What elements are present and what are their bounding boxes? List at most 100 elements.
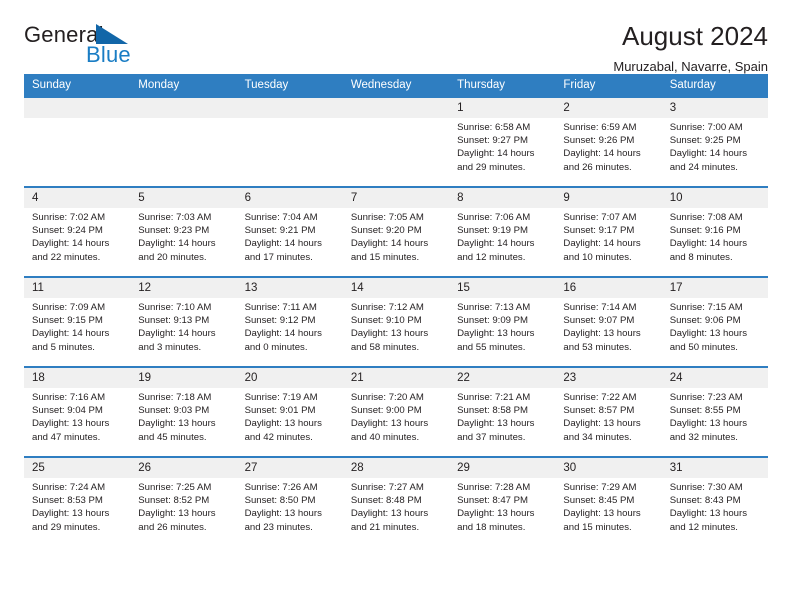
day-cell[interactable]: 9 Sunrise: 7:07 AM Sunset: 9:17 PM Dayli… [555, 186, 662, 277]
day-cell[interactable]: 22 Sunrise: 7:21 AM Sunset: 8:58 PM Dayl… [449, 366, 556, 457]
sunset-text: Sunset: 8:57 PM [563, 405, 635, 417]
day-cell[interactable] [236, 96, 343, 187]
sunrise-text: Sunrise: 7:20 AM [350, 392, 424, 403]
day-number [24, 98, 131, 118]
sunset-text: Sunset: 9:23 PM [138, 225, 210, 237]
day-cell[interactable]: 11 Sunrise: 7:09 AM Sunset: 9:15 PM Dayl… [24, 276, 131, 367]
title-block: August 2024 Muruzabal, Navarre, Spain [613, 21, 768, 74]
day-number: 12 [130, 278, 237, 298]
day-cell[interactable]: 25 Sunrise: 7:24 AM Sunset: 8:53 PM Dayl… [24, 456, 131, 547]
sunset-text: Sunset: 9:17 PM [563, 225, 635, 237]
week-row: 4 Sunrise: 7:02 AM Sunset: 9:24 PM Dayli… [24, 186, 768, 277]
day-cell[interactable]: 13 Sunrise: 7:11 AM Sunset: 9:12 PM Dayl… [236, 276, 343, 367]
location-subtitle: Muruzabal, Navarre, Spain [613, 58, 768, 74]
daylight-text-line1: Daylight: 14 hours [669, 148, 748, 160]
sunrise-text: Sunrise: 7:14 AM [563, 302, 637, 313]
day-cell[interactable]: 8 Sunrise: 7:06 AM Sunset: 9:19 PM Dayli… [449, 186, 556, 277]
day-cell[interactable]: 7 Sunrise: 7:05 AM Sunset: 9:20 PM Dayli… [342, 186, 450, 277]
day-number: 13 [236, 278, 343, 298]
day-cell[interactable]: 6 Sunrise: 7:04 AM Sunset: 9:21 PM Dayli… [236, 186, 343, 277]
day-cell[interactable]: 27 Sunrise: 7:26 AM Sunset: 8:50 PM Dayl… [236, 456, 343, 547]
day-number: 23 [555, 368, 662, 388]
sunrise-text: Sunrise: 7:19 AM [244, 392, 318, 403]
day-cell[interactable]: 18 Sunrise: 7:16 AM Sunset: 9:04 PM Dayl… [24, 366, 131, 457]
day-cell[interactable]: 26 Sunrise: 7:25 AM Sunset: 8:52 PM Dayl… [130, 456, 237, 547]
daylight-text-line2: and 10 minutes. [563, 251, 632, 263]
day-cell[interactable]: 4 Sunrise: 7:02 AM Sunset: 9:24 PM Dayli… [24, 186, 131, 277]
day-cell[interactable]: 3 Sunrise: 7:00 AM Sunset: 9:25 PM Dayli… [661, 96, 768, 187]
day-cell[interactable]: 2 Sunrise: 6:59 AM Sunset: 9:26 PM Dayli… [555, 96, 662, 187]
day-cell[interactable]: 10 Sunrise: 7:08 AM Sunset: 9:16 PM Dayl… [661, 186, 768, 277]
sunrise-text: Sunrise: 7:05 AM [350, 212, 424, 223]
day-cell[interactable]: 1 Sunrise: 6:58 AM Sunset: 9:27 PM Dayli… [449, 96, 556, 187]
sunrise-text: Sunrise: 7:11 AM [244, 302, 317, 313]
daylight-text-line2: and 12 minutes. [457, 251, 526, 263]
weekday-header-tuesday: Tuesday [236, 74, 343, 97]
day-info: Sunrise: 7:15 AM Sunset: 9:06 PM Dayligh… [662, 298, 768, 354]
daylight-text-line1: Daylight: 13 hours [350, 418, 429, 430]
sunrise-text: Sunrise: 7:22 AM [563, 392, 637, 403]
daylight-text-line1: Daylight: 14 hours [563, 148, 641, 160]
day-cell[interactable]: 14 Sunrise: 7:12 AM Sunset: 9:10 PM Dayl… [342, 276, 450, 367]
week-row: 11 Sunrise: 7:09 AM Sunset: 9:15 PM Dayl… [24, 276, 768, 367]
daylight-text-line1: Daylight: 13 hours [244, 418, 322, 430]
page-header: General Blue August 2024 Muruzabal, Nava… [24, 0, 768, 74]
daylight-text-line1: Daylight: 13 hours [669, 508, 748, 520]
sunrise-text: Sunrise: 7:24 AM [32, 482, 106, 493]
day-cell[interactable] [24, 96, 131, 187]
day-cell[interactable]: 21 Sunrise: 7:20 AM Sunset: 9:00 PM Dayl… [342, 366, 450, 457]
day-cell[interactable]: 12 Sunrise: 7:10 AM Sunset: 9:13 PM Dayl… [130, 276, 237, 367]
daylight-text-line1: Daylight: 14 hours [244, 238, 322, 250]
day-info [237, 118, 343, 121]
calendar-page: General Blue August 2024 Muruzabal, Nava… [0, 0, 792, 612]
sunset-text: Sunset: 9:19 PM [457, 225, 529, 237]
day-cell[interactable] [342, 96, 450, 187]
sunset-text: Sunset: 8:48 PM [350, 495, 422, 507]
day-number: 28 [342, 458, 450, 478]
day-info: Sunrise: 7:26 AM Sunset: 8:50 PM Dayligh… [237, 478, 343, 534]
sunset-text: Sunset: 9:00 PM [350, 405, 422, 417]
calendar-body: 1 Sunrise: 6:58 AM Sunset: 9:27 PM Dayli… [24, 96, 768, 547]
day-cell[interactable]: 15 Sunrise: 7:13 AM Sunset: 9:09 PM Dayl… [449, 276, 556, 367]
day-info: Sunrise: 7:13 AM Sunset: 9:09 PM Dayligh… [449, 298, 555, 354]
day-cell[interactable]: 16 Sunrise: 7:14 AM Sunset: 9:07 PM Dayl… [555, 276, 662, 367]
sunset-text: Sunset: 8:47 PM [457, 495, 529, 507]
day-cell[interactable]: 17 Sunrise: 7:15 AM Sunset: 9:06 PM Dayl… [661, 276, 768, 367]
sunset-text: Sunset: 9:01 PM [244, 405, 316, 417]
day-cell[interactable]: 19 Sunrise: 7:18 AM Sunset: 9:03 PM Dayl… [130, 366, 237, 457]
day-number: 5 [130, 188, 237, 208]
sunrise-text: Sunrise: 6:59 AM [563, 122, 637, 133]
sunset-text: Sunset: 8:53 PM [32, 495, 103, 507]
day-cell[interactable]: 31 Sunrise: 7:30 AM Sunset: 8:43 PM Dayl… [661, 456, 768, 547]
day-cell[interactable]: 5 Sunrise: 7:03 AM Sunset: 9:23 PM Dayli… [130, 186, 237, 277]
day-cell[interactable] [130, 96, 237, 187]
sunrise-text: Sunrise: 7:07 AM [563, 212, 637, 223]
sunrise-text: Sunrise: 7:18 AM [138, 392, 212, 403]
day-cell[interactable]: 20 Sunrise: 7:19 AM Sunset: 9:01 PM Dayl… [236, 366, 343, 457]
day-cell[interactable]: 29 Sunrise: 7:28 AM Sunset: 8:47 PM Dayl… [449, 456, 556, 547]
daylight-text-line1: Daylight: 13 hours [32, 508, 110, 520]
day-number: 17 [661, 278, 768, 298]
day-cell[interactable]: 23 Sunrise: 7:22 AM Sunset: 8:57 PM Dayl… [555, 366, 662, 457]
sunrise-text: Sunrise: 7:27 AM [350, 482, 424, 493]
sunset-text: Sunset: 9:12 PM [244, 315, 316, 327]
day-info: Sunrise: 7:22 AM Sunset: 8:57 PM Dayligh… [555, 388, 661, 444]
sunrise-text: Sunrise: 6:58 AM [457, 122, 531, 133]
daylight-text-line1: Daylight: 14 hours [32, 328, 110, 340]
day-cell[interactable]: 24 Sunrise: 7:23 AM Sunset: 8:55 PM Dayl… [661, 366, 768, 457]
sunset-text: Sunset: 9:03 PM [138, 405, 210, 417]
day-number: 1 [449, 98, 556, 118]
day-info: Sunrise: 7:02 AM Sunset: 9:24 PM Dayligh… [24, 208, 130, 264]
day-info: Sunrise: 7:24 AM Sunset: 8:53 PM Dayligh… [24, 478, 130, 534]
sunrise-text: Sunrise: 7:03 AM [138, 212, 212, 223]
day-cell[interactable]: 30 Sunrise: 7:29 AM Sunset: 8:45 PM Dayl… [555, 456, 662, 547]
day-number: 25 [24, 458, 131, 478]
day-cell[interactable]: 28 Sunrise: 7:27 AM Sunset: 8:48 PM Dayl… [342, 456, 450, 547]
general-blue-logo[interactable]: General Blue [24, 22, 174, 74]
weekday-header-friday: Friday [555, 74, 662, 97]
day-number: 26 [130, 458, 237, 478]
day-number [130, 98, 237, 118]
daylight-text-line1: Daylight: 13 hours [563, 418, 641, 430]
sunset-text: Sunset: 9:24 PM [32, 225, 103, 237]
daylight-text-line2: and 23 minutes. [244, 521, 313, 533]
